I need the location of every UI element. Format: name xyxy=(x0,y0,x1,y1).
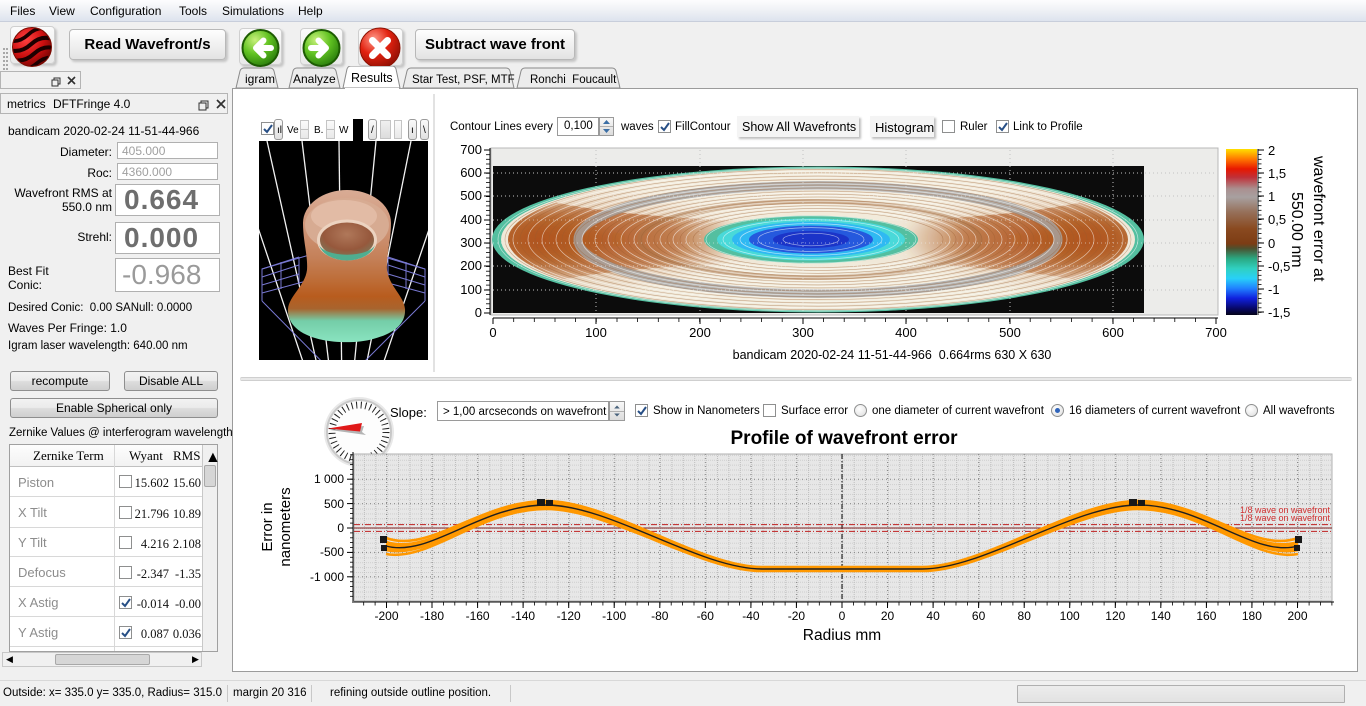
svg-text:-80: -80 xyxy=(651,609,669,623)
svg-text:nanometers: nanometers xyxy=(277,487,294,566)
svg-text:-100: -100 xyxy=(602,609,626,623)
svg-text:-1: -1 xyxy=(1268,282,1280,297)
svg-text:60: 60 xyxy=(972,609,986,623)
svg-text:500: 500 xyxy=(460,188,482,203)
svg-text:-60: -60 xyxy=(697,609,715,623)
svg-text:20: 20 xyxy=(881,609,895,623)
svg-text:2: 2 xyxy=(1268,143,1275,158)
svg-text:1,5: 1,5 xyxy=(1268,166,1286,181)
svg-text:Error in: Error in xyxy=(259,502,276,551)
svg-text:Star Test, PSF, MTF: Star Test, PSF, MTF xyxy=(412,74,515,86)
svg-text:1: 1 xyxy=(1268,189,1275,204)
svg-text:Results: Results xyxy=(351,71,393,85)
svg-text:700: 700 xyxy=(1205,325,1227,340)
svg-text:600: 600 xyxy=(1102,325,1124,340)
svg-text:500: 500 xyxy=(999,325,1021,340)
svg-text:wavefront error at: wavefront error at xyxy=(1310,155,1327,282)
svg-text:-200: -200 xyxy=(374,609,398,623)
svg-text:400: 400 xyxy=(895,325,917,340)
svg-text:550.00 nm: 550.00 nm xyxy=(1288,192,1305,268)
svg-text:200: 200 xyxy=(1287,609,1307,623)
svg-text:0,5: 0,5 xyxy=(1268,212,1286,227)
svg-text:-0,5: -0,5 xyxy=(1268,259,1290,274)
svg-text:Radius mm: Radius mm xyxy=(803,627,881,644)
svg-text:0: 0 xyxy=(839,609,846,623)
svg-text:igram: igram xyxy=(245,72,275,86)
svg-text:180: 180 xyxy=(1242,609,1262,623)
svg-text:-20: -20 xyxy=(788,609,806,623)
svg-text:Ronchi Foucault: Ronchi Foucault xyxy=(530,74,617,86)
svg-text:0: 0 xyxy=(1268,236,1275,251)
svg-text:100: 100 xyxy=(460,282,482,297)
svg-text:Analyze: Analyze xyxy=(293,72,336,86)
svg-text:-180: -180 xyxy=(420,609,444,623)
svg-text:bandicam 2020-02-24 11-51-44-9: bandicam 2020-02-24 11-51-44-966 0.664rm… xyxy=(733,348,1052,362)
svg-text:1/8 wave on wavefront: 1/8 wave on wavefront xyxy=(1240,513,1331,523)
svg-text:-140: -140 xyxy=(511,609,535,623)
svg-text:300: 300 xyxy=(460,235,482,250)
svg-text:80: 80 xyxy=(1018,609,1032,623)
svg-text:0: 0 xyxy=(489,325,496,340)
svg-text:700: 700 xyxy=(460,142,482,157)
svg-text:200: 200 xyxy=(460,258,482,273)
svg-text:500: 500 xyxy=(324,497,344,511)
svg-text:600: 600 xyxy=(460,165,482,180)
svg-text:200: 200 xyxy=(689,325,711,340)
svg-text:-500: -500 xyxy=(320,545,344,559)
svg-text:-160: -160 xyxy=(466,609,490,623)
svg-text:-120: -120 xyxy=(557,609,581,623)
svg-text:40: 40 xyxy=(926,609,940,623)
svg-text:120: 120 xyxy=(1105,609,1125,623)
svg-text:160: 160 xyxy=(1196,609,1216,623)
svg-text:400: 400 xyxy=(460,212,482,227)
svg-text:100: 100 xyxy=(1060,609,1080,623)
svg-text:1 000: 1 000 xyxy=(314,472,344,486)
svg-text:0: 0 xyxy=(337,521,344,535)
svg-text:-1 000: -1 000 xyxy=(310,570,344,584)
svg-text:-1,5: -1,5 xyxy=(1268,305,1290,320)
svg-text:100: 100 xyxy=(585,325,607,340)
svg-text:-40: -40 xyxy=(742,609,760,623)
svg-text:0: 0 xyxy=(475,305,482,320)
svg-text:300: 300 xyxy=(792,325,814,340)
svg-text:140: 140 xyxy=(1151,609,1171,623)
